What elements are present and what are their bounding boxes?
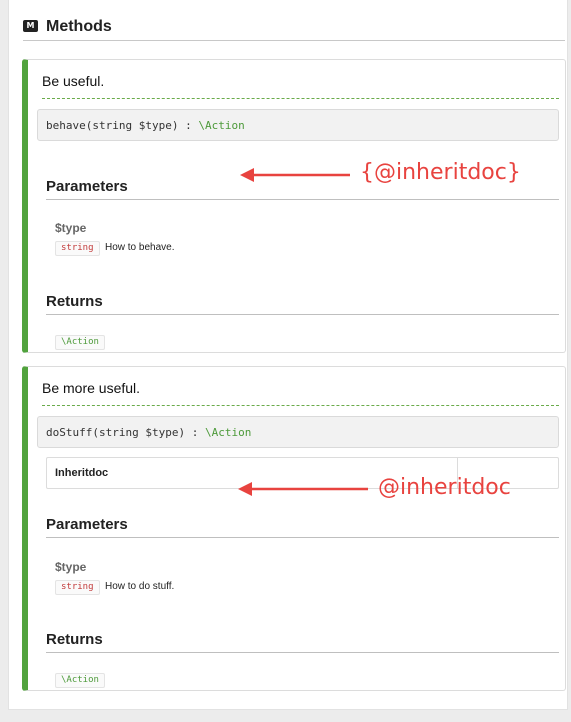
method-signature: doStuff(string $type) : \Action (37, 416, 559, 448)
annotation-inheritdoc-braces: {@inheritdoc} (360, 160, 521, 185)
method-summary: Be useful. (42, 73, 105, 89)
return-type-badge[interactable]: \Action (55, 335, 105, 350)
signature-return-link[interactable]: \Action (205, 426, 251, 439)
section-title: Methods (46, 18, 112, 35)
signature-text: doStuff(string $type) : (46, 426, 205, 439)
annotation-arrow-1 (240, 168, 350, 182)
param-name: $type (55, 560, 87, 574)
methods-section-header: M Methods (23, 14, 565, 41)
method-summary: Be more useful. (42, 380, 141, 396)
method-card-dostuff: Be more useful. doStuff(string $type) : … (22, 366, 566, 691)
docs-page: M Methods Be useful. behave(string $type… (8, 0, 568, 710)
summary-divider (42, 98, 559, 99)
annotation-arrow-2 (238, 482, 368, 496)
returns-heading: Returns (46, 291, 559, 315)
summary-divider (42, 405, 559, 406)
methods-icon: M (23, 20, 38, 32)
signature-text: behave(string $type) : (46, 119, 199, 132)
parameters-heading: Parameters (46, 514, 559, 538)
returns-heading: Returns (46, 629, 559, 653)
param-type-badge: string (55, 241, 100, 256)
annotation-inheritdoc-tag: @inheritdoc (378, 475, 511, 500)
param-description: How to do stuff. (105, 581, 175, 592)
signature-return-link[interactable]: \Action (198, 119, 244, 132)
inheritdoc-label: Inheritdoc (55, 467, 109, 479)
method-card-behave: Be useful. behave(string $type) : \Actio… (22, 59, 566, 353)
param-name: $type (55, 221, 87, 235)
param-type-badge: string (55, 580, 100, 595)
param-description: How to behave. (105, 242, 175, 253)
return-type-badge[interactable]: \Action (55, 673, 105, 688)
method-signature: behave(string $type) : \Action (37, 109, 559, 141)
